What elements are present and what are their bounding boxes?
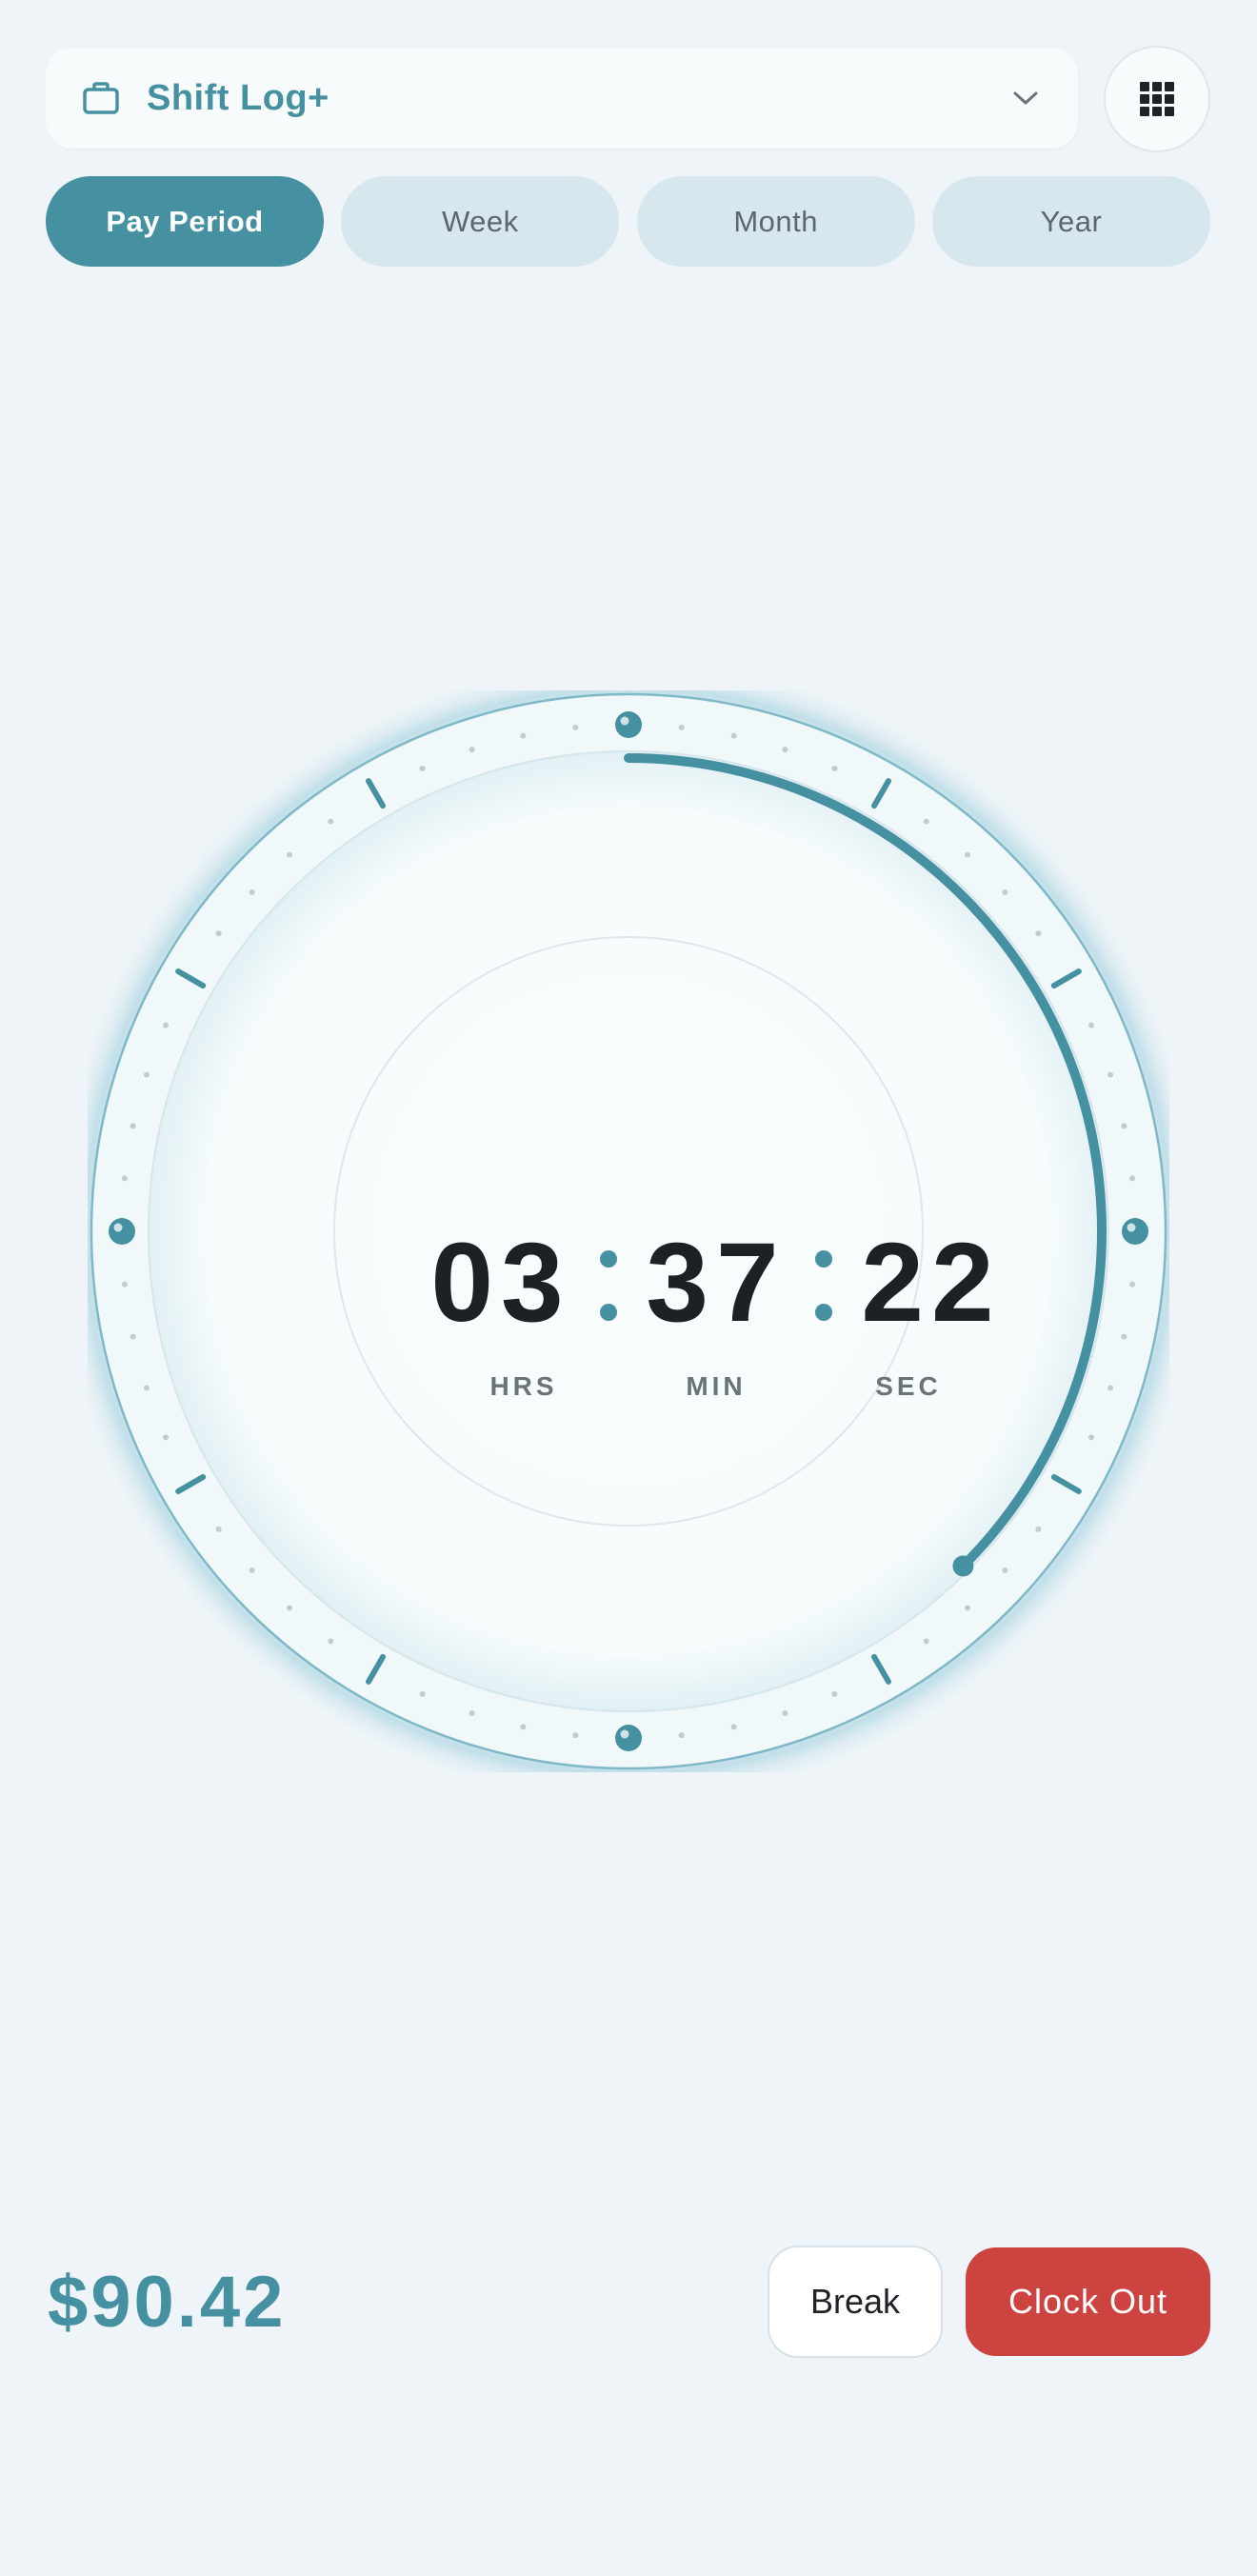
minutes-value: 37 [646,1220,787,1346]
tab-month[interactable]: Month [636,176,915,267]
tab-pay-period[interactable]: Pay Period [46,176,324,267]
dial-minute-dot [1121,1123,1127,1129]
dial-minute-dot [678,724,685,730]
clock-out-button[interactable]: Clock Out [966,2247,1210,2356]
dial-minute-dot [520,1724,527,1730]
dial-minute-dot [249,1567,255,1573]
apps-menu-button[interactable] [1104,46,1210,152]
dial-quarter-marker [1122,1218,1148,1245]
job-name: Shift Log+ [147,77,329,118]
dial-minute-dot [831,765,838,771]
dial-minute-dot [215,930,222,937]
earnings-amount: $90.42 [48,2262,287,2343]
dial-minute-dot [144,1385,150,1391]
chevron-down-icon [1009,82,1042,114]
shift-timer-dial: 03 37 22 HRS MIN SEC [88,690,1169,1772]
dial-minute-dot [1107,1385,1113,1391]
dial-quarter-marker [615,1725,642,1751]
tab-week[interactable]: Week [341,176,620,267]
dial-quarter-marker [109,1218,135,1245]
dial-minute-dot [287,851,293,858]
dial-minute-dot [469,1709,475,1716]
dial-quarter-marker [615,711,642,738]
seconds-value: 22 [861,1220,1002,1346]
dial-minute-dot [572,1732,579,1739]
dial-marker-highlight [620,1729,629,1739]
dial-minute-dot [923,818,929,825]
time-separator [596,1250,621,1321]
hours-label: HRS [489,1371,558,1401]
dial-minute-dot [1088,1434,1095,1441]
dial-minute-dot [1129,1175,1136,1182]
dial-minute-dot [1107,1071,1113,1078]
tab-year[interactable]: Year [931,176,1210,267]
dial-minute-dot [1121,1333,1127,1340]
dial-marker-highlight [620,716,629,726]
dial-minute-dot [782,1709,788,1716]
dial-minute-dot [328,818,334,825]
dial-marker-highlight [113,1223,123,1232]
time-readout: 03 37 22 HRS MIN SEC [421,1024,1011,1614]
dial-minute-dot [328,1638,334,1645]
dial-minute-dot [130,1333,136,1340]
time-separator [811,1250,836,1321]
dial-minute-dot [287,1605,293,1611]
dial-minute-dot [121,1281,128,1288]
dial-minute-dot [249,889,255,896]
period-tabs: Pay Period Week Month Year [46,176,1210,267]
grid-icon [1140,82,1174,116]
dial-minute-dot [130,1123,136,1129]
dial-minute-dot [419,1691,426,1698]
dial-minute-dot [162,1022,169,1028]
dial-minute-dot [1035,1526,1042,1532]
dial-minute-dot [419,765,426,771]
minutes-label: MIN [686,1371,747,1401]
dial-minute-dot [572,724,579,730]
dial-minute-dot [469,747,475,753]
dial-minute-dot [782,747,788,753]
dial-minute-dot [162,1434,169,1441]
job-selector[interactable]: Shift Log+ [46,48,1078,149]
break-button[interactable]: Break [768,2246,943,2358]
dial-minute-dot [964,851,970,858]
dial-minute-dot [923,1638,929,1645]
dial-minute-dot [1088,1022,1095,1028]
dial-minute-dot [215,1526,222,1532]
seconds-label: SEC [875,1371,942,1401]
dial-minute-dot [730,732,737,739]
dial-minute-dot [1129,1281,1136,1288]
dial-minute-dot [831,1691,838,1698]
dial-minute-dot [730,1724,737,1730]
dial-minute-dot [121,1175,128,1182]
dial-marker-highlight [1127,1223,1136,1232]
briefcase-icon [82,79,120,117]
dial-minute-dot [1035,930,1042,937]
dial-minute-dot [678,1732,685,1739]
dial-minute-dot [520,732,527,739]
dial-minute-dot [144,1071,150,1078]
hours-value: 03 [430,1220,571,1346]
dial-minute-dot [1002,889,1008,896]
